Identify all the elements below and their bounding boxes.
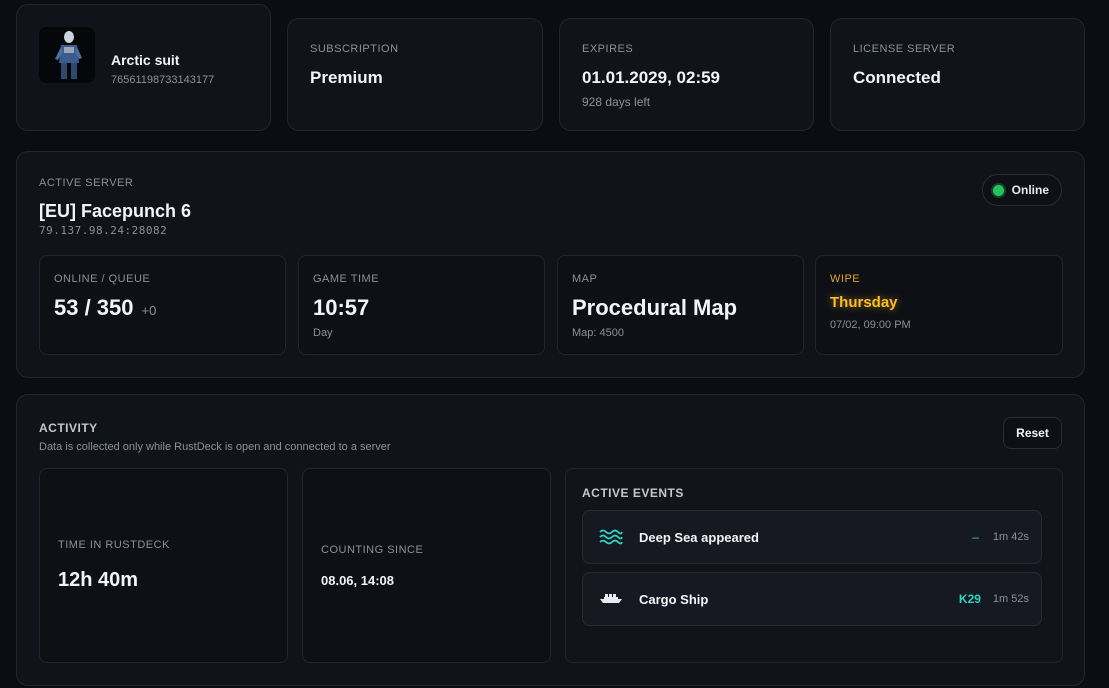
stat-map: MAP Procedural Map Map: 4500 [557, 255, 804, 355]
stat-wipe: WIPE Thursday 07/02, 09:00 PM [815, 255, 1063, 355]
stat-online-value: 53 / 350 [54, 295, 134, 320]
active-server-card: ACTIVE SERVER [EU] Facepunch 6 79.137.98… [16, 151, 1085, 378]
ship-icon [599, 591, 623, 607]
stat-online-queue: ONLINE / QUEUE 53 / 350 +0 [39, 255, 286, 355]
event-name: Cargo Ship [639, 591, 709, 607]
stat-map-value: Procedural Map [572, 295, 738, 320]
waves-icon [599, 529, 623, 545]
counting-value: 08.06, 14:08 [321, 573, 395, 588]
event-grid: K29 [958, 592, 981, 606]
subscription-value: Premium [310, 68, 383, 87]
server-label: ACTIVE SERVER [39, 177, 134, 189]
activity-note: Data is collected only while RustDeck is… [39, 441, 391, 453]
status-dot-icon [992, 184, 1004, 196]
stat-queue-value: +0 [141, 303, 157, 318]
event-item-deep-sea[interactable]: Deep Sea appeared – 1m 42s [582, 510, 1042, 564]
expires-value: 01.01.2029, 02:59 [582, 68, 721, 87]
counting-label: COUNTING SINCE [321, 544, 424, 556]
activity-card: ACTIVITY Data is collected only while Ru… [16, 394, 1085, 686]
time-in-label: TIME IN RUSTDECK [58, 539, 170, 551]
server-status-text: Online [1011, 183, 1049, 197]
reset-button[interactable]: Reset [1003, 417, 1062, 449]
stat-time-sub: Day [313, 327, 333, 339]
event-time: 1m 52s [992, 593, 1029, 605]
counting-since-panel: COUNTING SINCE 08.06, 14:08 [302, 468, 551, 663]
avatar [39, 27, 95, 83]
activity-label: ACTIVITY [39, 421, 98, 435]
profile-card: Arctic suit 76561198733143177 [16, 4, 271, 131]
stat-wipe-label: WIPE [830, 273, 861, 285]
stat-wipe-sub: 07/02, 09:00 PM [830, 319, 911, 331]
stat-online-row: 53 / 350 +0 [54, 295, 156, 321]
time-in-value: 12h 40m [58, 569, 139, 591]
event-grid: – [972, 530, 979, 544]
stat-game-time: GAME TIME 10:57 Day [298, 255, 545, 355]
avatar-image [39, 27, 95, 83]
event-time: 1m 42s [992, 531, 1029, 543]
time-in-rustdeck-panel: TIME IN RUSTDECK 12h 40m [39, 468, 288, 663]
subscription-card: SUBSCRIPTION Premium [287, 18, 543, 131]
server-status-badge: Online [981, 174, 1062, 206]
stat-map-label: MAP [572, 273, 598, 285]
license-label: LICENSE SERVER [853, 43, 956, 55]
stat-wipe-value: Thursday [830, 294, 898, 311]
expires-days-left: 928 days left [582, 95, 651, 109]
stat-online-label: ONLINE / QUEUE [54, 273, 151, 285]
stat-time-label: GAME TIME [313, 273, 380, 285]
license-card: LICENSE SERVER Connected [830, 18, 1085, 131]
stat-time-value: 10:57 [313, 295, 370, 320]
profile-name: Arctic suit [111, 52, 180, 68]
event-name: Deep Sea appeared [639, 529, 759, 545]
profile-steam-id: 76561198733143177 [111, 74, 215, 86]
server-address: 79.137.98.24:28082 [39, 224, 168, 237]
expires-card: EXPIRES 01.01.2029, 02:59 928 days left [559, 18, 814, 131]
events-label: ACTIVE EVENTS [582, 486, 684, 500]
subscription-label: SUBSCRIPTION [310, 43, 399, 55]
active-events-panel: ACTIVE EVENTS Deep Sea appeared – 1m 42s [565, 468, 1063, 663]
event-item-cargo-ship[interactable]: Cargo Ship K29 1m 52s [582, 572, 1042, 626]
expires-label: EXPIRES [582, 43, 634, 55]
license-value: Connected [853, 68, 941, 87]
server-name: [EU] Facepunch 6 [39, 201, 192, 221]
stat-map-sub: Map: 4500 [572, 327, 624, 339]
